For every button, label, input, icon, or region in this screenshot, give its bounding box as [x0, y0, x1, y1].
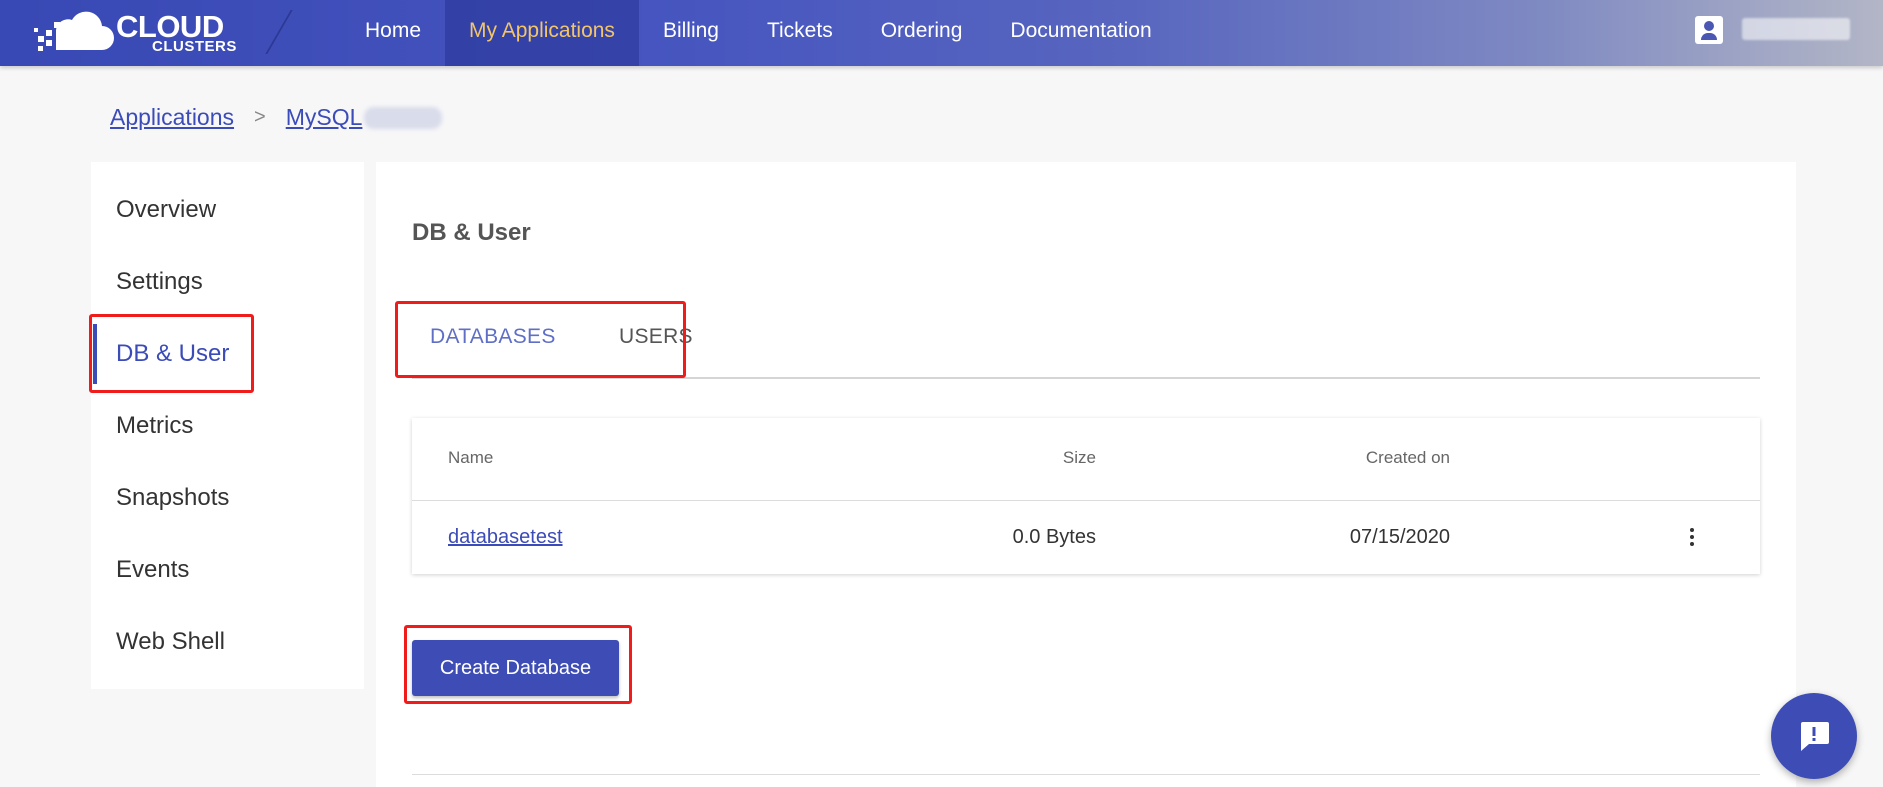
sidebar-item-web-shell[interactable]: Web Shell: [91, 606, 364, 678]
nav-tickets[interactable]: Tickets: [743, 0, 857, 66]
breadcrumb-separator: >: [254, 106, 266, 128]
tab-databases[interactable]: DATABASES: [430, 325, 556, 349]
sidebar-item-metrics[interactable]: Metrics: [91, 390, 364, 462]
chat-alert-icon: [1801, 722, 1829, 751]
column-header-name: Name: [448, 448, 494, 467]
database-created-on: 07/15/2020: [1349, 526, 1450, 548]
sidebar-item-settings[interactable]: Settings: [91, 246, 364, 318]
sidebar-item-db-user[interactable]: DB & User: [91, 318, 364, 390]
main-panel: DB & User DATABASES USERS Name Size Crea…: [376, 162, 1796, 787]
sidebar-item-snapshots[interactable]: Snapshots: [91, 462, 364, 534]
main-nav: Home My Applications Billing Tickets Ord…: [341, 0, 1176, 66]
top-navbar: CLOUD CLUSTERS Home My Applications Bill…: [0, 0, 1883, 66]
sidebar-item-overview[interactable]: Overview: [91, 174, 364, 246]
table-header-divider: [412, 500, 1760, 501]
section-bottom-divider: [412, 774, 1760, 775]
logo-text-clusters: CLUSTERS: [152, 38, 237, 55]
user-icon-body: [1701, 33, 1717, 40]
breadcrumb: Applications > MySQL: [110, 104, 443, 131]
app-name-redacted: [364, 106, 443, 129]
nav-home[interactable]: Home: [341, 0, 445, 66]
nav-my-applications[interactable]: My Applications: [445, 0, 639, 66]
nav-billing[interactable]: Billing: [639, 0, 743, 66]
breadcrumb-applications[interactable]: Applications: [110, 104, 234, 131]
chat-support-button[interactable]: [1771, 693, 1857, 779]
column-header-size: Size: [1062, 448, 1096, 467]
page-title: DB & User: [412, 219, 531, 246]
cloud-clusters-logo[interactable]: CLOUD CLUSTERS: [34, 6, 244, 56]
database-name-link[interactable]: databasetest: [448, 526, 563, 549]
tabs-divider: [412, 377, 1760, 379]
username-redacted[interactable]: [1742, 18, 1850, 40]
nav-divider: [265, 10, 293, 54]
databases-table: Name Size Created on databasetest 0.0 By…: [412, 418, 1760, 574]
db-user-tabs: DATABASES USERS: [412, 325, 1760, 348]
user-icon-head: [1704, 21, 1714, 31]
breadcrumb-current-app[interactable]: MySQL: [286, 104, 363, 131]
user-icon[interactable]: [1695, 16, 1723, 44]
sidebar-item-events[interactable]: Events: [91, 534, 364, 606]
database-size: 0.0 Bytes: [1012, 526, 1096, 548]
app-sidebar: Overview Settings DB & User Metrics Snap…: [91, 162, 364, 689]
cloud-logo-icon: [34, 11, 114, 51]
column-header-created-on: Created on: [1365, 448, 1450, 467]
nav-ordering[interactable]: Ordering: [857, 0, 987, 66]
create-database-button[interactable]: Create Database: [412, 640, 619, 696]
tab-users[interactable]: USERS: [619, 325, 693, 349]
nav-documentation[interactable]: Documentation: [986, 0, 1175, 66]
more-vert-icon[interactable]: [1684, 526, 1700, 548]
